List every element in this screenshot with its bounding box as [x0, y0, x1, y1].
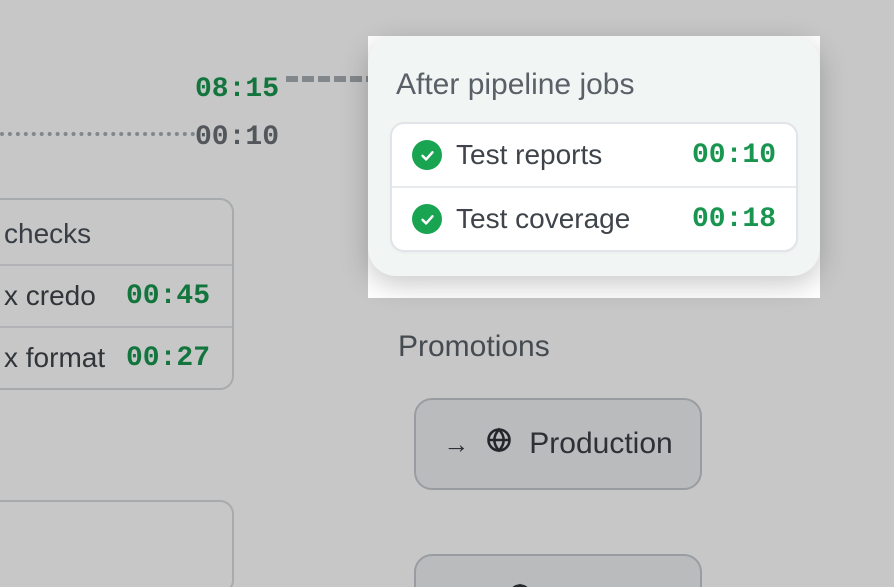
- after-pipeline-title: After pipeline jobs: [396, 68, 794, 102]
- check-name: x credo: [4, 280, 96, 312]
- promotion-button-production[interactable]: → Production: [414, 398, 702, 490]
- promotions-title: Promotions: [398, 330, 550, 364]
- dim-overlay: [0, 0, 894, 36]
- job-duration: 00:18: [692, 204, 776, 235]
- checks-card[interactable]: checks x credo 00:45 x format 00:27: [0, 198, 234, 390]
- arrow-right-icon: →: [443, 429, 469, 460]
- pipeline-queue-time: 00:10: [195, 114, 279, 162]
- check-name: x format: [4, 342, 105, 374]
- pipeline-total-time: 08:15: [195, 66, 279, 114]
- check-duration: 00:45: [126, 281, 210, 312]
- after-pipeline-panel: After pipeline jobs Test reports 00:10 T…: [368, 36, 820, 276]
- dim-overlay: [820, 36, 894, 298]
- globe-icon: [485, 426, 513, 462]
- checks-card-title: checks: [0, 200, 232, 264]
- card-peek: [0, 500, 234, 587]
- checks-row[interactable]: x credo 00:45: [0, 264, 232, 326]
- pipeline-time-summary: 08:15 00:10: [195, 66, 279, 161]
- status-passed-icon: [412, 140, 442, 170]
- after-pipeline-job[interactable]: Test reports 00:10: [392, 124, 796, 186]
- globe-icon: [506, 582, 534, 587]
- promotion-label: Production: [529, 427, 672, 461]
- check-duration: 00:27: [126, 343, 210, 374]
- job-duration: 00:10: [692, 140, 776, 171]
- dashed-connector: [286, 76, 378, 82]
- after-pipeline-job[interactable]: Test coverage 00:18: [392, 186, 796, 250]
- promotion-label: Staging: [550, 583, 652, 587]
- promotion-button-staging[interactable]: → Staging: [414, 554, 702, 587]
- checks-row[interactable]: x format 00:27: [0, 326, 232, 388]
- status-passed-icon: [412, 204, 442, 234]
- job-name: Test coverage: [456, 203, 678, 235]
- after-pipeline-job-list: Test reports 00:10 Test coverage 00:18: [390, 122, 798, 252]
- dotted-connector-left: [0, 132, 195, 136]
- job-name: Test reports: [456, 139, 678, 171]
